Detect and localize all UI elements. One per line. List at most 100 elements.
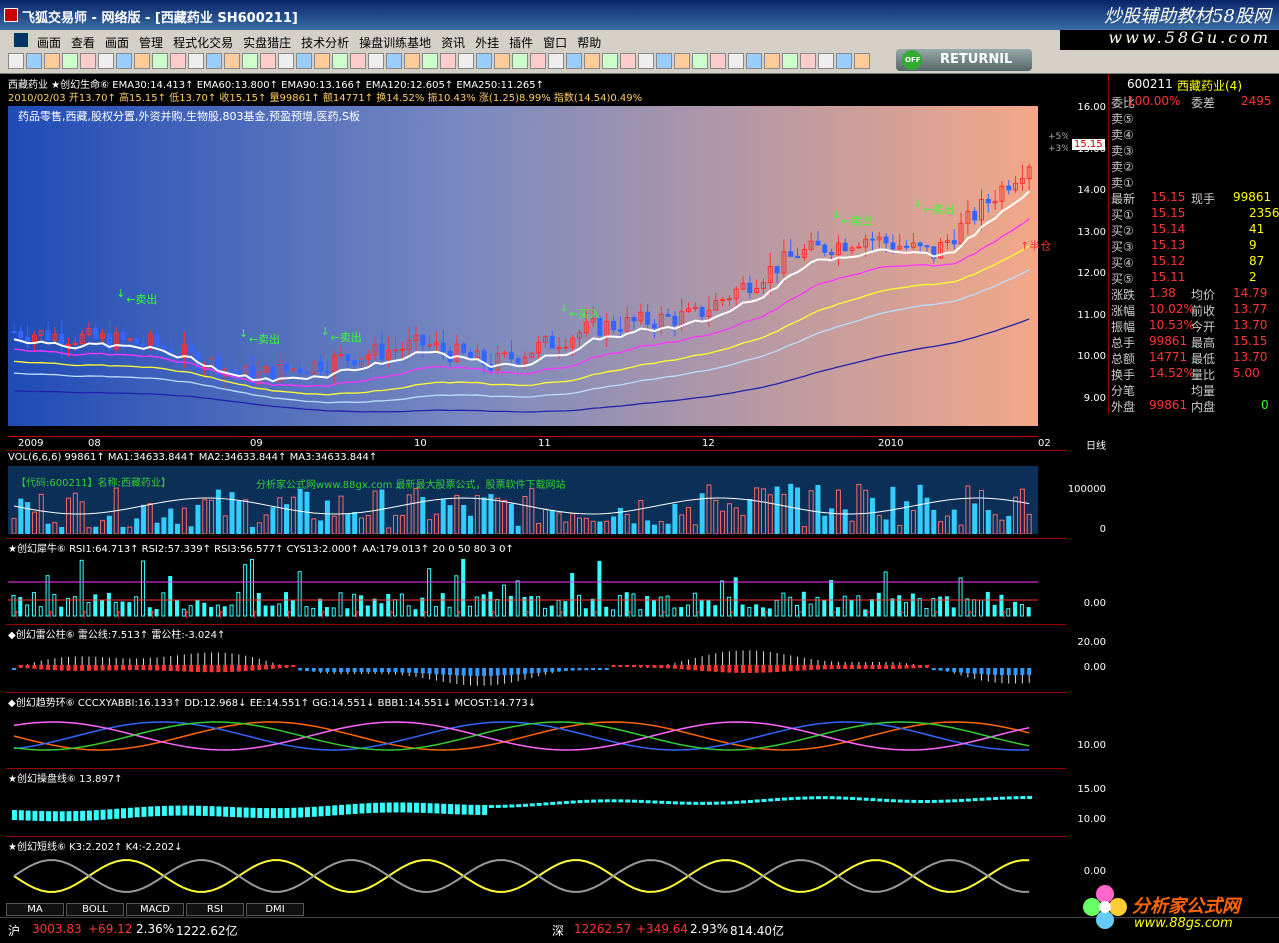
rsi-bar	[515, 580, 520, 617]
tool-icon[interactable]	[260, 53, 276, 69]
price-tick: 11.00	[1077, 309, 1106, 321]
tool-icon[interactable]	[170, 53, 186, 69]
tool-icon[interactable]	[368, 53, 384, 69]
rsi-arrow: ↑	[114, 610, 122, 621]
tool-icon[interactable]	[296, 53, 312, 69]
candle-body	[45, 330, 51, 341]
tool-icon[interactable]	[728, 53, 744, 69]
tool-icon[interactable]	[314, 53, 330, 69]
tool-icon[interactable]	[512, 53, 528, 69]
tool-icon[interactable]	[602, 53, 618, 69]
tool-icon[interactable]	[422, 53, 438, 69]
volume-bar	[100, 520, 106, 534]
tool-icon[interactable]	[440, 53, 456, 69]
tool-icon[interactable]	[188, 53, 204, 69]
volume-chart[interactable]	[8, 466, 1038, 534]
rsi-chart[interactable]: ↑ ↑ ↑ ↑ ↑ ↑ ↑ ↑ ↑ ↑ ↑ ↑ ↑ ↑ ↑ ↑ ↑ ↑ ↑ ↑ ↑ ↑ ↑ ↑ ↑ ↑ ↑ ↑ ↑ ↑	[8, 552, 1038, 622]
pan-bar	[938, 799, 944, 803]
lei-bar	[216, 665, 221, 673]
tool-icon[interactable]	[548, 53, 564, 69]
tool-icon[interactable]	[530, 53, 546, 69]
tool-icon[interactable]	[836, 53, 852, 69]
chart-area[interactable]: 西藏药业 ★创幻生命⑥ EMA30:14.413↑ EMA60:13.800↑ …	[6, 74, 1068, 916]
tool-icon[interactable]	[98, 53, 114, 69]
returnil-button[interactable]: OFF RETURNIL	[896, 49, 1032, 71]
tool-icon[interactable]	[692, 53, 708, 69]
pan-bar	[66, 811, 72, 822]
tool-icon[interactable]	[44, 53, 60, 69]
rsi-bar	[270, 605, 275, 617]
tool-icon[interactable]	[620, 53, 636, 69]
tool-icon[interactable]	[206, 53, 222, 69]
arrow-icon: ↓	[913, 197, 922, 210]
lei-bar	[195, 665, 200, 672]
tool-icon[interactable]	[8, 53, 24, 69]
tool-icon[interactable]	[764, 53, 780, 69]
pan-bar	[148, 806, 154, 817]
rsi-bar	[345, 608, 350, 617]
kline-chart[interactable]: ←卖出↓←卖出↓ ←卖出↓←买入↓←卖出↓ ←卖出↓↑半仓+5%+3%	[8, 106, 1068, 436]
tab-ma[interactable]: MA	[6, 903, 64, 916]
tool-icon[interactable]	[80, 53, 96, 69]
rsi-bar	[175, 599, 180, 617]
tool-icon[interactable]	[566, 53, 582, 69]
pan-chart[interactable]	[8, 782, 1038, 834]
quote-cell: 买④	[1111, 256, 1134, 270]
tool-icon[interactable]	[332, 53, 348, 69]
tool-icon[interactable]	[674, 53, 690, 69]
tool-icon[interactable]	[710, 53, 726, 69]
tab-boll[interactable]: BOLL	[66, 903, 124, 916]
volume-bar	[331, 515, 337, 534]
tool-icon[interactable]	[494, 53, 510, 69]
lei-bar	[591, 668, 596, 671]
tool-icon[interactable]	[116, 53, 132, 69]
tab-macd[interactable]: MACD	[126, 903, 184, 916]
volume-bar	[577, 517, 583, 534]
tool-icon[interactable]	[656, 53, 672, 69]
short-chart[interactable]	[8, 850, 1038, 902]
tool-icon[interactable]	[152, 53, 168, 69]
tab-rsi[interactable]: RSI	[186, 903, 244, 916]
lei-bar	[413, 668, 418, 674]
buy-annotation: ←买入	[569, 307, 600, 320]
ema-line	[13, 269, 1030, 404]
tab-dmi[interactable]: DMI	[246, 903, 304, 916]
lei-bar	[775, 665, 780, 672]
trend-chart[interactable]	[8, 706, 1038, 766]
tool-icon[interactable]	[854, 53, 870, 69]
tool-icon[interactable]	[242, 53, 258, 69]
rsi-bar	[842, 595, 847, 617]
rsi-bar	[542, 607, 547, 617]
tool-icon[interactable]	[584, 53, 600, 69]
candle-body	[515, 358, 521, 364]
tool-icon[interactable]	[350, 53, 366, 69]
pan-bar	[604, 799, 610, 803]
tool-icon[interactable]	[782, 53, 798, 69]
volume-bar	[570, 513, 576, 534]
tool-icon[interactable]	[224, 53, 240, 69]
tool-icon[interactable]	[278, 53, 294, 69]
tool-icon[interactable]	[134, 53, 150, 69]
lei-chart[interactable]	[8, 638, 1038, 690]
tool-icon[interactable]	[458, 53, 474, 69]
tool-icon[interactable]	[818, 53, 834, 69]
tool-icon[interactable]	[476, 53, 492, 69]
volume-bar	[263, 514, 269, 534]
quote-cell: 卖①	[1111, 176, 1134, 190]
tool-icon[interactable]	[800, 53, 816, 69]
buy-row: 买② 15.14 41	[1111, 222, 1271, 238]
stat-row: 总额 14771 最低 13.70	[1111, 350, 1271, 366]
tool-icon[interactable]	[26, 53, 42, 69]
lei-bar	[114, 665, 119, 671]
mdi-icon[interactable]	[14, 33, 28, 47]
tool-icon[interactable]	[638, 53, 654, 69]
date-tick: 11	[538, 438, 551, 449]
tool-icon[interactable]	[404, 53, 420, 69]
tool-icon[interactable]	[746, 53, 762, 69]
period-label[interactable]: 日线	[1066, 437, 1106, 452]
volume-bar	[645, 520, 651, 534]
quote-cell: 总手	[1111, 336, 1136, 350]
tool-icon[interactable]	[386, 53, 402, 69]
tool-icon[interactable]	[62, 53, 78, 69]
rsi-bar	[249, 558, 254, 617]
